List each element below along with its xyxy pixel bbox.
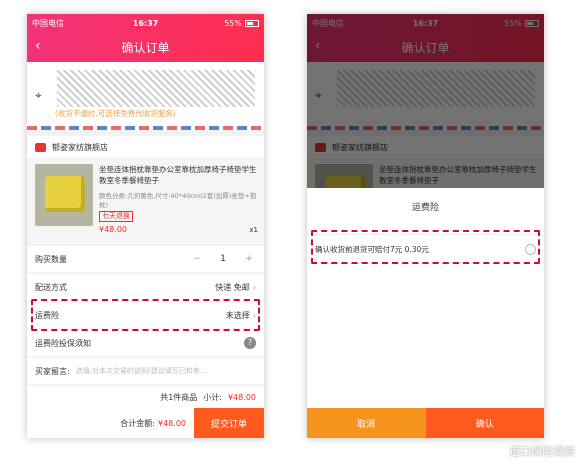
return-badge: 七天退换 [99, 211, 133, 222]
product-item[interactable]: 坐垫连体抱枕靠垫办公室靠枕加厚椅子椅垫学生教室冬季餐椅垫子 颜色分类:几何黄色,… [27, 160, 264, 244]
clock: 16:37 [132, 18, 159, 28]
cushion-image [45, 176, 85, 212]
screenshot-stage: 中国电信 16:37 55% ‹ 确认订单 ⌖ (收货不便时,可选择免费代收货服… [0, 0, 581, 467]
item-count: 共1件商品 [160, 392, 198, 402]
insurance-sheet: 运费险 确认收货前退货可赔付7元 0.30元 取消 确认 [307, 188, 544, 438]
insurance-notice-label: 运费险投保须知 [35, 338, 91, 348]
address-card[interactable]: ⌖ (收货不便时,可选择免费代收货服务) [27, 62, 264, 126]
watermark-text: 道口保险观察 [509, 445, 575, 458]
insurance-sheet-screen: 中国电信 16:37 55% ‹ 确认订单 ⌖ 郁姿家纺旗舰店 坐垫连体抱枕靠垫… [307, 14, 544, 438]
shipping-value: 快递 免邮 [215, 282, 250, 292]
product-qty: x1 [249, 226, 258, 234]
quantity-value: 1 [220, 254, 226, 264]
quantity-stepper: − 1 + [190, 254, 256, 264]
help-icon[interactable]: ? [244, 337, 256, 349]
checkout-bar: 合计金额: ¥48.00 提交订单 [27, 408, 264, 438]
subtotal-row: 共1件商品 小计: ¥48.00 [27, 386, 264, 408]
shop-icon [35, 142, 46, 152]
airmail-divider [27, 126, 264, 130]
memo-row: 买家留言: 选填:对本次交易的说明(建议填写已和卖... [27, 358, 264, 384]
nav-bar: ‹ 确认订单 [27, 32, 264, 62]
product-thumbnail [35, 164, 93, 226]
watermark: 道口保险观察 [489, 443, 575, 459]
subtotal-label: 小计: [203, 392, 222, 402]
product-spec: 颜色分类:几何黄色,尺寸:40*40cm(2套(加厚)坐垫+抱枕) [99, 192, 257, 209]
shipping-row[interactable]: 配送方式 快递 免邮 › [27, 274, 264, 300]
memo-input[interactable]: 选填:对本次交易的说明(建议填写已和卖... [76, 366, 256, 376]
chevron-right-icon: › [252, 282, 256, 292]
cancel-button[interactable]: 取消 [307, 408, 426, 438]
back-chevron-icon[interactable]: ‹ [35, 38, 41, 54]
subtotal-value: ¥48.00 [228, 392, 256, 402]
quantity-row: 购买数量 − 1 + [27, 246, 264, 272]
product-title: 坐垫连体抱枕靠垫办公室靠枕加厚椅子椅垫学生教室冬季餐椅垫子 [99, 165, 257, 185]
plus-button[interactable]: + [242, 254, 256, 264]
page-title: 确认订单 [121, 40, 170, 55]
sheet-title: 运费险 [411, 203, 439, 213]
shop-header[interactable]: 郁姿家纺旗舰店 [27, 136, 264, 158]
quantity-label: 购买数量 [35, 254, 67, 264]
product-price: ¥48.00 [99, 225, 127, 234]
address-hint: (收货不便时,可选择免费代收货服务) [55, 109, 176, 118]
memo-label: 买家留言: [35, 366, 70, 376]
minus-button[interactable]: − [190, 254, 204, 264]
insurance-notice-row[interactable]: 运费险投保须知 ? [27, 330, 264, 356]
shop-name: 郁姿家纺旗舰店 [52, 142, 108, 152]
location-pin-icon: ⌖ [35, 88, 42, 102]
sheet-actions: 取消 确认 [307, 408, 544, 438]
status-bar: 中国电信 16:37 55% [27, 14, 264, 32]
shipping-label: 配送方式 [35, 282, 67, 292]
total-amount: 合计金额: ¥48.00 [27, 408, 194, 438]
submit-order-button[interactable]: 提交订单 [194, 408, 264, 438]
highlight-box [311, 230, 540, 264]
battery-icon [245, 19, 259, 27]
highlight-box [31, 299, 260, 331]
wechat-icon [489, 444, 505, 458]
redacted-address [57, 70, 255, 107]
total-label: 合计金额: [120, 418, 155, 428]
total-value: ¥48.00 [158, 418, 186, 428]
order-confirm-screen: 中国电信 16:37 55% ‹ 确认订单 ⌖ (收货不便时,可选择免费代收货服… [27, 14, 264, 438]
confirm-button[interactable]: 确认 [425, 408, 544, 438]
